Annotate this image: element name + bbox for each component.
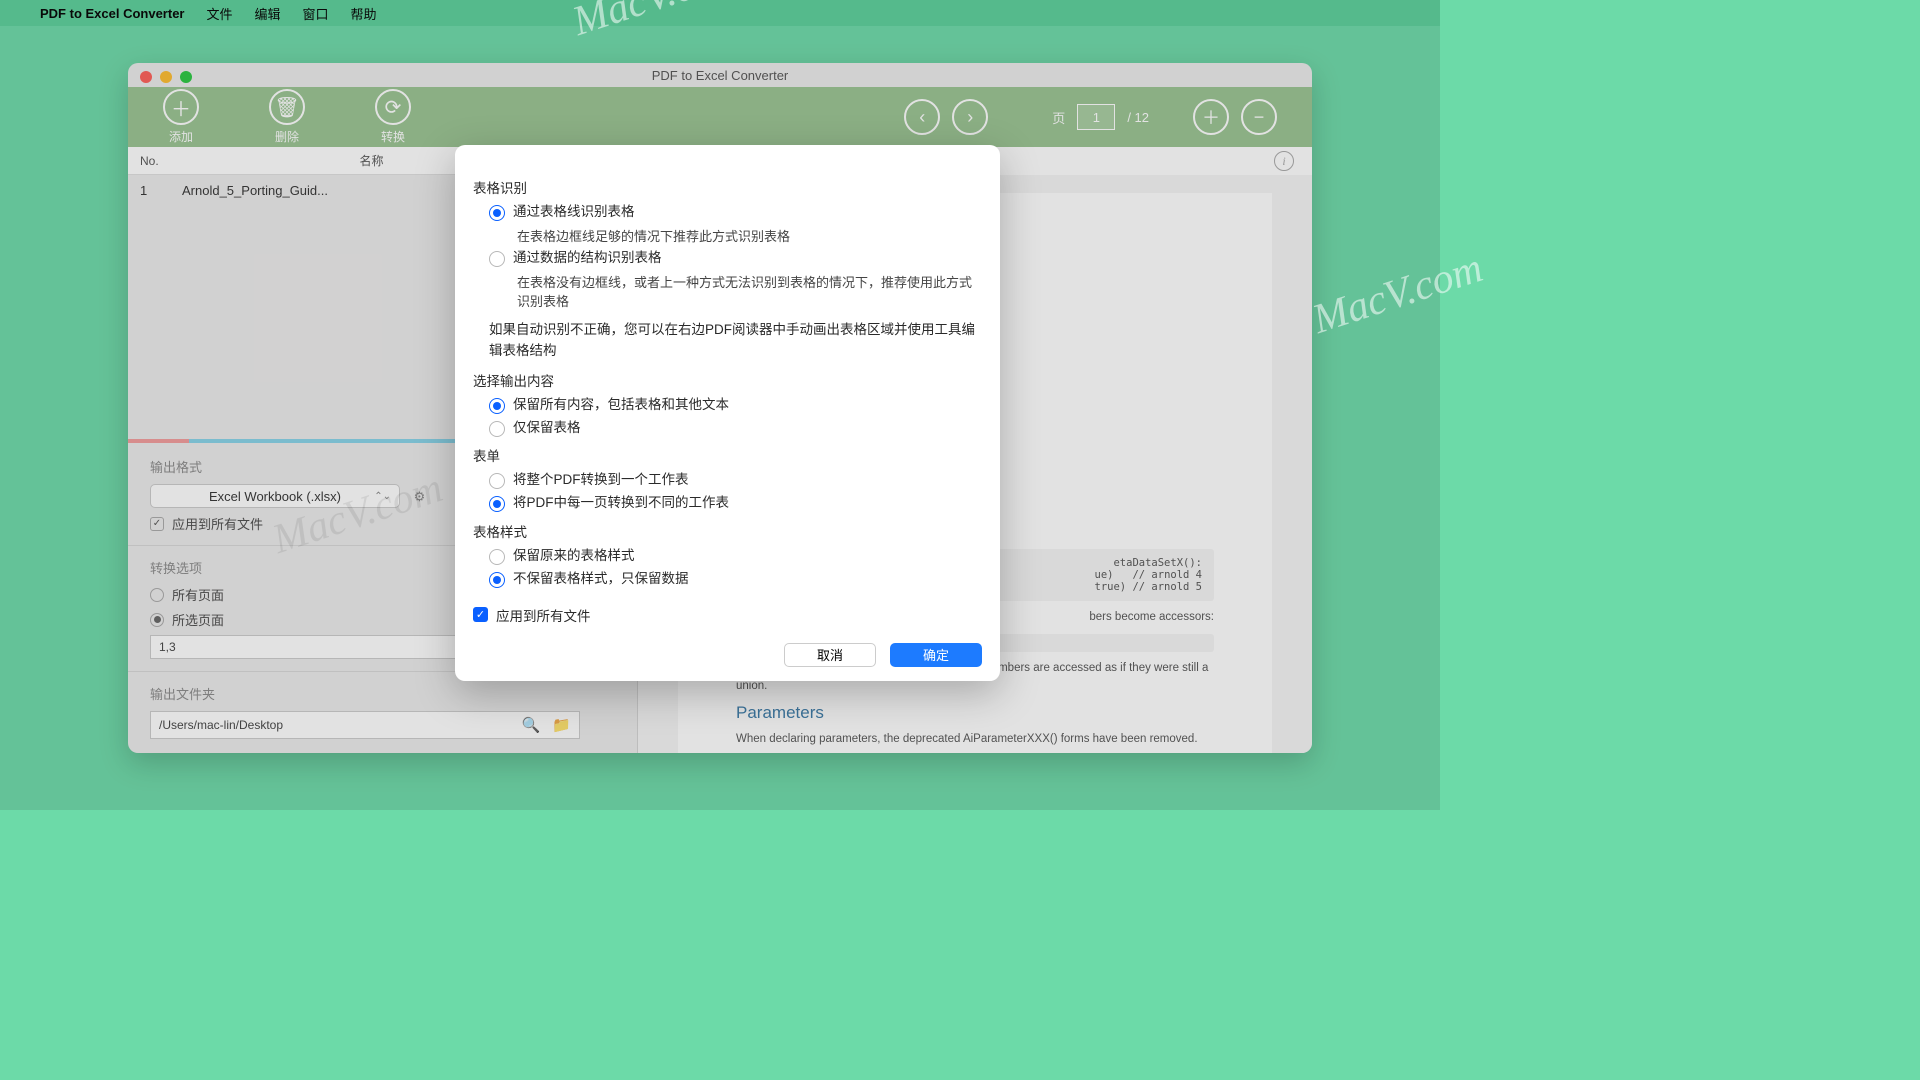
radio-keep-all[interactable]: 保留所有内容，包括表格和其他文本 bbox=[489, 396, 982, 415]
section-table-style: 表格样式 bbox=[473, 521, 982, 541]
apply-all-files-checkbox[interactable]: ✓应用到所有文件 bbox=[473, 605, 982, 625]
radio-recognize-by-structure[interactable]: 通过数据的结构识别表格 bbox=[489, 249, 982, 268]
radio-recognize-by-lines[interactable]: 通过表格线识别表格 bbox=[489, 203, 982, 222]
radio-keep-tables[interactable]: 仅保留表格 bbox=[489, 419, 982, 438]
section-sheet: 表单 bbox=[473, 445, 982, 465]
section-table-recognition: 表格识别 bbox=[473, 177, 982, 197]
radio-keep-style[interactable]: 保留原来的表格样式 bbox=[489, 547, 982, 566]
cancel-button[interactable]: 取消 bbox=[784, 643, 876, 667]
radio-data-only[interactable]: 不保留表格样式，只保留数据 bbox=[489, 570, 982, 589]
radio-sheet-per-page[interactable]: 将PDF中每一页转换到不同的工作表 bbox=[489, 494, 982, 513]
ok-button[interactable]: 确定 bbox=[890, 643, 982, 667]
radio-single-sheet[interactable]: 将整个PDF转换到一个工作表 bbox=[489, 471, 982, 490]
settings-modal: 表格识别 通过表格线识别表格 在表格边框线足够的情况下推荐此方式识别表格 通过数… bbox=[455, 145, 1000, 681]
section-output-content: 选择输出内容 bbox=[473, 370, 982, 390]
